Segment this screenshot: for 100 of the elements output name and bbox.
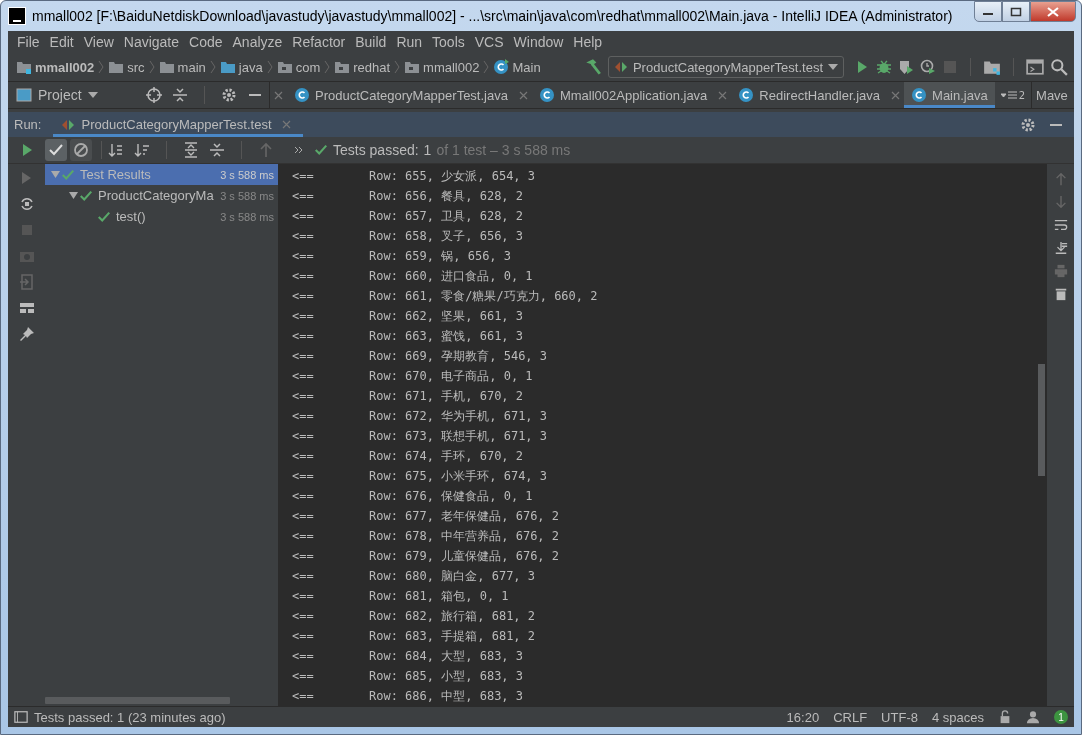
- menu-item[interactable]: Code: [184, 34, 228, 50]
- log-line: Row: 684, 大型, 683, 3: [369, 647, 524, 665]
- log-line: Row: 682, 旅行箱, 681, 2: [369, 607, 536, 625]
- tree-row[interactable]: test() 3 s 588 ms: [45, 206, 278, 227]
- status-item[interactable]: CRLF: [833, 709, 868, 725]
- menu-item[interactable]: Analyze: [227, 34, 288, 50]
- log-line: Row: 659, 锅, 656, 3: [369, 247, 512, 265]
- log-line: Row: 657, 卫具, 628, 2: [369, 207, 524, 225]
- tree-row[interactable]: ProductCategoryMa 3 s 588 ms: [45, 185, 278, 206]
- log-prefix: <==: [291, 229, 315, 243]
- run-config-dropdown[interactable]: ProductCategoryMapperTest.test: [607, 56, 844, 78]
- log-prefix: <==: [291, 609, 315, 623]
- log-prefix: <==: [291, 629, 315, 643]
- log-line: Row: 662, 坚果, 661, 3: [369, 307, 524, 325]
- test-duration: 3 s 588 ms: [220, 168, 275, 181]
- log-prefix: <==: [291, 389, 315, 403]
- log-line: Row: 681, 箱包, 0, 1: [369, 587, 509, 605]
- menu-item[interactable]: VCS: [469, 34, 509, 50]
- tree-row[interactable]: Test Results 3 s 588 ms: [45, 164, 278, 185]
- breadcrumb[interactable]: com: [295, 59, 321, 75]
- log-prefix: <==: [291, 489, 315, 503]
- test-status-label: Tests passed:: [333, 142, 419, 158]
- run-tab[interactable]: ProductCategoryMapperTest.test: [53, 112, 303, 137]
- log-prefix: <==: [291, 189, 315, 203]
- menu-item[interactable]: Edit: [44, 34, 79, 50]
- status-item[interactable]: 16:20: [786, 709, 820, 725]
- log-prefix: <==: [291, 349, 315, 363]
- log-line: Row: 677, 老年保健品, 676, 2: [369, 507, 560, 525]
- project-tool-selector[interactable]: Project: [38, 87, 82, 103]
- log-prefix: <==: [291, 329, 315, 343]
- log-prefix: <==: [291, 429, 315, 443]
- test-summary: of 1 test – 3 s 588 ms: [436, 142, 571, 158]
- log-line: Row: 660, 进口食品, 0, 1: [369, 267, 533, 285]
- log-line: Row: 658, 叉子, 656, 3: [369, 227, 524, 245]
- log-prefix: <==: [291, 309, 315, 323]
- log-line: Row: 680, 脑白金, 677, 3: [369, 567, 536, 585]
- menu-item[interactable]: Window: [508, 34, 569, 50]
- log-prefix: <==: [291, 469, 315, 483]
- log-prefix: <==: [291, 169, 315, 183]
- status-item[interactable]: 4 spaces: [931, 709, 984, 725]
- log-line: Row: 671, 手机, 670, 2: [369, 387, 524, 405]
- tree-label: ProductCategoryMa: [98, 188, 214, 203]
- notification-badge[interactable]: 1: [1054, 710, 1068, 724]
- menu-item[interactable]: File: [12, 34, 45, 50]
- breadcrumb[interactable]: main: [177, 59, 206, 75]
- log-prefix: <==: [291, 689, 315, 703]
- passed-count: 1: [423, 142, 432, 158]
- log-line: Row: 675, 小米手环, 674, 3: [369, 467, 548, 485]
- menu-item[interactable]: Build: [350, 34, 392, 50]
- tree-label: Test Results: [80, 167, 151, 182]
- tab-overflow-button[interactable]: 2: [994, 82, 1032, 108]
- tree-label: test(): [116, 209, 146, 224]
- menu-item[interactable]: Navigate: [118, 34, 185, 50]
- log-prefix: <==: [291, 649, 315, 663]
- log-prefix: <==: [291, 369, 315, 383]
- menu-item[interactable]: Help: [568, 34, 608, 50]
- breadcrumb[interactable]: mmall002: [35, 59, 95, 75]
- editor-tab[interactable]: Mmall002Application.java: [531, 82, 715, 108]
- log-line: Row: 683, 手提箱, 681, 2: [369, 627, 536, 645]
- breadcrumb[interactable]: java: [238, 59, 263, 75]
- log-prefix: <==: [291, 569, 315, 583]
- log-line: Row: 663, 蜜饯, 661, 3: [369, 327, 524, 345]
- log-prefix: <==: [291, 669, 315, 683]
- log-prefix: <==: [291, 269, 315, 283]
- log-line: Row: 676, 保健食品, 0, 1: [369, 487, 533, 505]
- log-prefix: <==: [291, 509, 315, 523]
- breadcrumb[interactable]: redhat: [353, 59, 391, 75]
- editor-tab[interactable]: ProductCategoryMapperTest.java: [287, 82, 515, 108]
- log-prefix: <==: [291, 589, 315, 603]
- log-line: Row: 655, 少女派, 654, 3: [369, 167, 536, 185]
- menu-item[interactable]: Tools: [427, 34, 470, 50]
- log-prefix: <==: [291, 289, 315, 303]
- log-prefix: <==: [291, 209, 315, 223]
- log-line: Row: 661, 零食/糖果/巧克力, 660, 2: [369, 287, 598, 305]
- menu-item[interactable]: Refactor: [287, 34, 351, 50]
- test-duration: 3 s 588 ms: [220, 210, 275, 223]
- breadcrumb[interactable]: Main: [512, 59, 541, 75]
- log-prefix: <==: [291, 409, 315, 423]
- breadcrumb[interactable]: src: [127, 59, 145, 75]
- side-tool-tab[interactable]: Mave: [1031, 82, 1072, 108]
- log-line: Row: 656, 餐具, 628, 2: [369, 187, 524, 205]
- editor-tab[interactable]: Main.java: [904, 82, 995, 108]
- run-panel-label: Run:: [14, 116, 43, 134]
- breadcrumb[interactable]: mmall002: [423, 59, 480, 75]
- editor-tab[interactable]: RedirectHandler.java: [731, 82, 888, 108]
- log-line: Row: 674, 手环, 670, 2: [369, 447, 524, 465]
- menu-item[interactable]: View: [78, 34, 119, 50]
- log-line: Row: 679, 儿童保健品, 676, 2: [369, 547, 560, 565]
- log-line: Row: 685, 小型, 683, 3: [369, 667, 524, 685]
- window-title: mmall002 [F:\BaiduNetdiskDownload\javastudy\javastudy\mmall002] - ...\src\main\java\com\redhat\mmall002\Main.java - IntelliJ IDEA (Administrator): [32, 8, 954, 24]
- status-item[interactable]: UTF-8: [881, 709, 918, 725]
- menu-item[interactable]: Run: [391, 34, 428, 50]
- log-prefix: <==: [291, 529, 315, 543]
- log-prefix: <==: [291, 549, 315, 563]
- log-line: Row: 672, 华为手机, 671, 3: [369, 407, 548, 425]
- log-line: Row: 669, 孕期教育, 546, 3: [369, 347, 548, 365]
- status-message: Tests passed: 1 (23 minutes ago): [34, 709, 226, 725]
- log-prefix: <==: [291, 249, 315, 263]
- log-line: Row: 670, 电子商品, 0, 1: [369, 367, 533, 385]
- log-prefix: <==: [291, 449, 315, 463]
